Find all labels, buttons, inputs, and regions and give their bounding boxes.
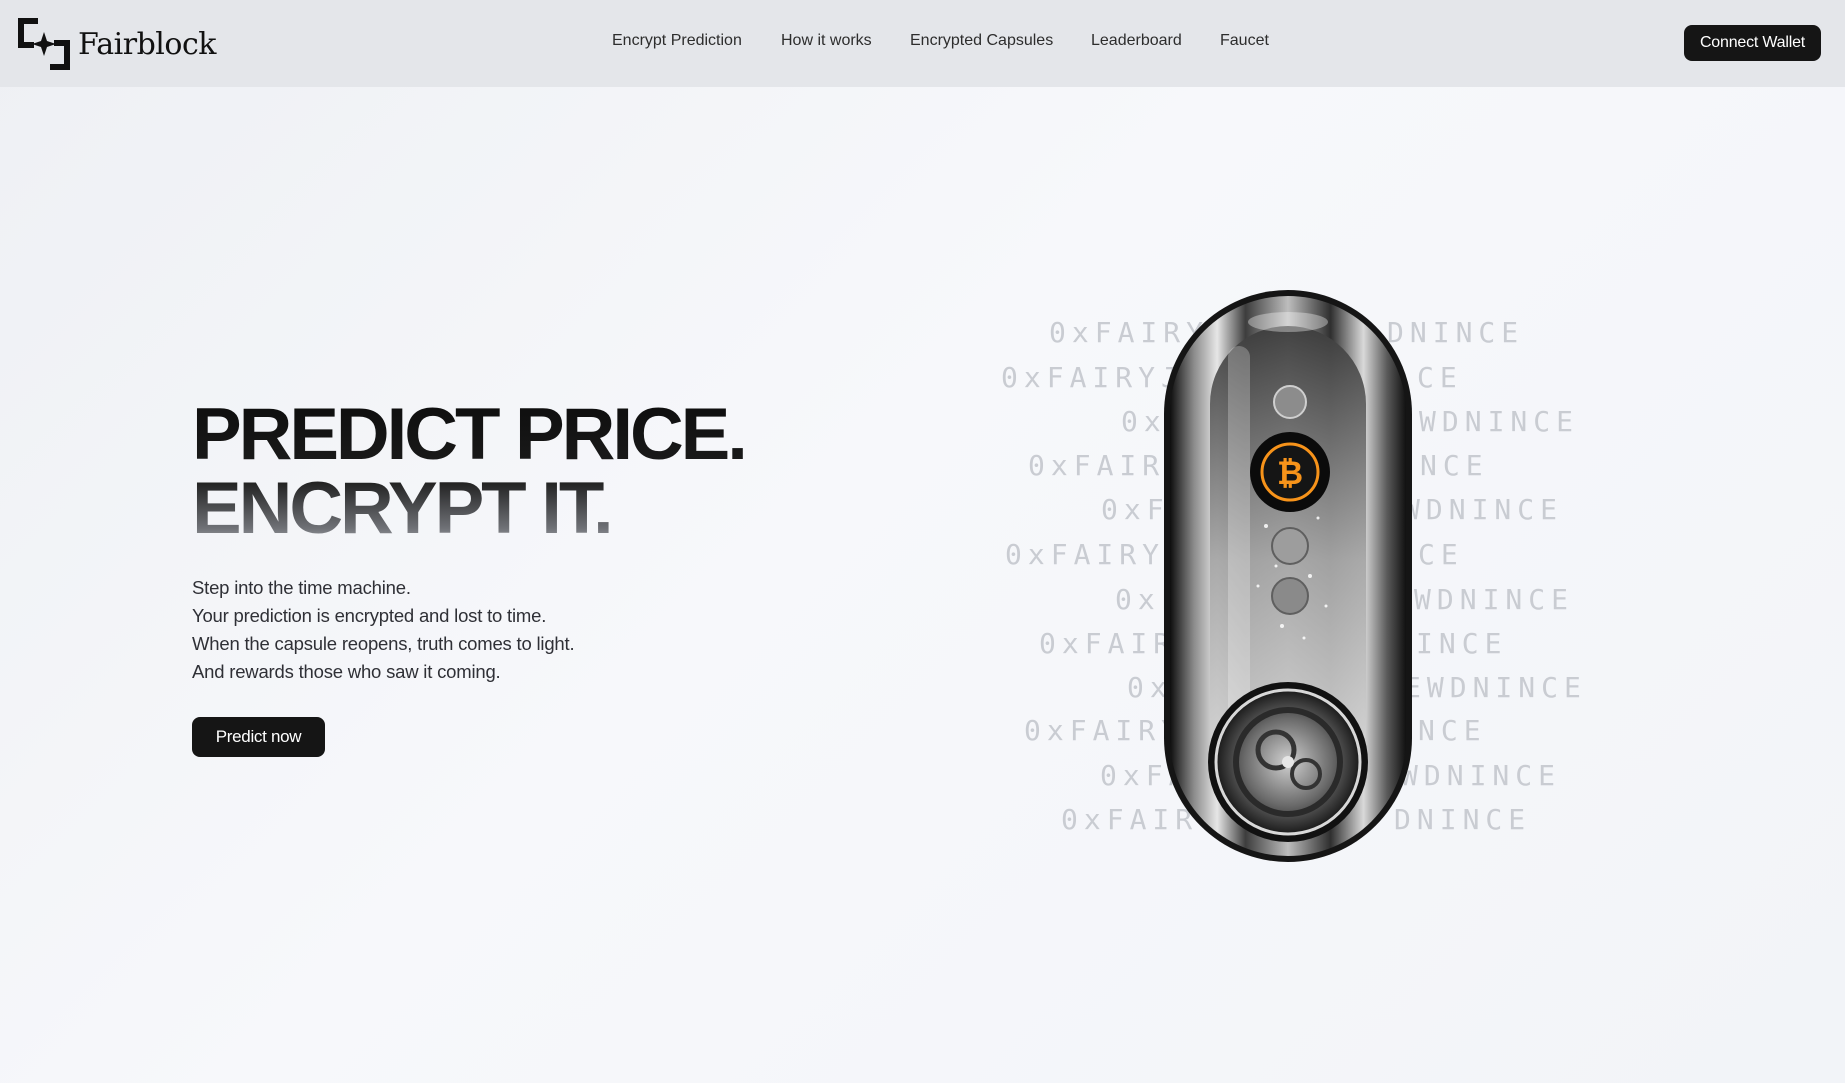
code-text-right: INCE bbox=[1416, 627, 1508, 660]
main-nav: Encrypt Prediction How it works Encrypte… bbox=[0, 0, 1845, 87]
hero-description: Step into the time machine. Your predict… bbox=[192, 574, 792, 686]
code-text-right: NCE bbox=[1420, 449, 1489, 482]
code-text-right: WDNINCE bbox=[1403, 493, 1564, 526]
hero-line-4: And rewards those who saw it coming. bbox=[192, 661, 501, 682]
nav-how-it-works[interactable]: How it works bbox=[781, 32, 872, 50]
predict-now-button[interactable]: Predict now bbox=[192, 717, 325, 757]
small-coin-icon bbox=[1271, 577, 1309, 615]
bitcoin-icon: ₿ bbox=[1277, 454, 1303, 492]
small-coin-icon bbox=[1271, 527, 1309, 565]
top-navbar: Fairblock Encrypt Prediction How it work… bbox=[0, 0, 1845, 87]
hero-title: PREDICT PRICE. ENCRYPT IT. bbox=[192, 398, 745, 546]
nav-encrypted-capsules[interactable]: Encrypted Capsules bbox=[910, 32, 1053, 50]
code-text-right: NCE bbox=[1418, 714, 1487, 747]
code-text-right: WDNINCE bbox=[1419, 405, 1580, 438]
code-text-right: EWDNINCE bbox=[1404, 671, 1587, 704]
hero-line-3: When the capsule reopens, truth comes to… bbox=[192, 633, 575, 654]
hero-title-line-1: PREDICT PRICE. bbox=[192, 394, 745, 475]
nav-leaderboard[interactable]: Leaderboard bbox=[1091, 32, 1182, 50]
nav-encrypt-prediction[interactable]: Encrypt Prediction bbox=[612, 32, 742, 50]
connect-wallet-button[interactable]: Connect Wallet bbox=[1684, 25, 1821, 61]
time-capsule-illustration: ₿ bbox=[1158, 286, 1418, 866]
capsule-graphic: ₿ bbox=[1164, 290, 1412, 862]
code-text-right: CE bbox=[1417, 361, 1463, 394]
small-coin-icon bbox=[1273, 385, 1307, 419]
code-text-right: WDNINCE bbox=[1414, 583, 1575, 616]
code-text-right: CE bbox=[1418, 538, 1464, 571]
nav-faucet[interactable]: Faucet bbox=[1220, 32, 1269, 50]
hero-title-line-2: ENCRYPT IT. bbox=[192, 468, 611, 549]
hero-line-1: Step into the time machine. bbox=[192, 577, 411, 598]
hero-line-2: Your prediction is encrypted and lost to… bbox=[192, 605, 547, 626]
code-text-right: WDNINCE bbox=[1401, 759, 1562, 792]
